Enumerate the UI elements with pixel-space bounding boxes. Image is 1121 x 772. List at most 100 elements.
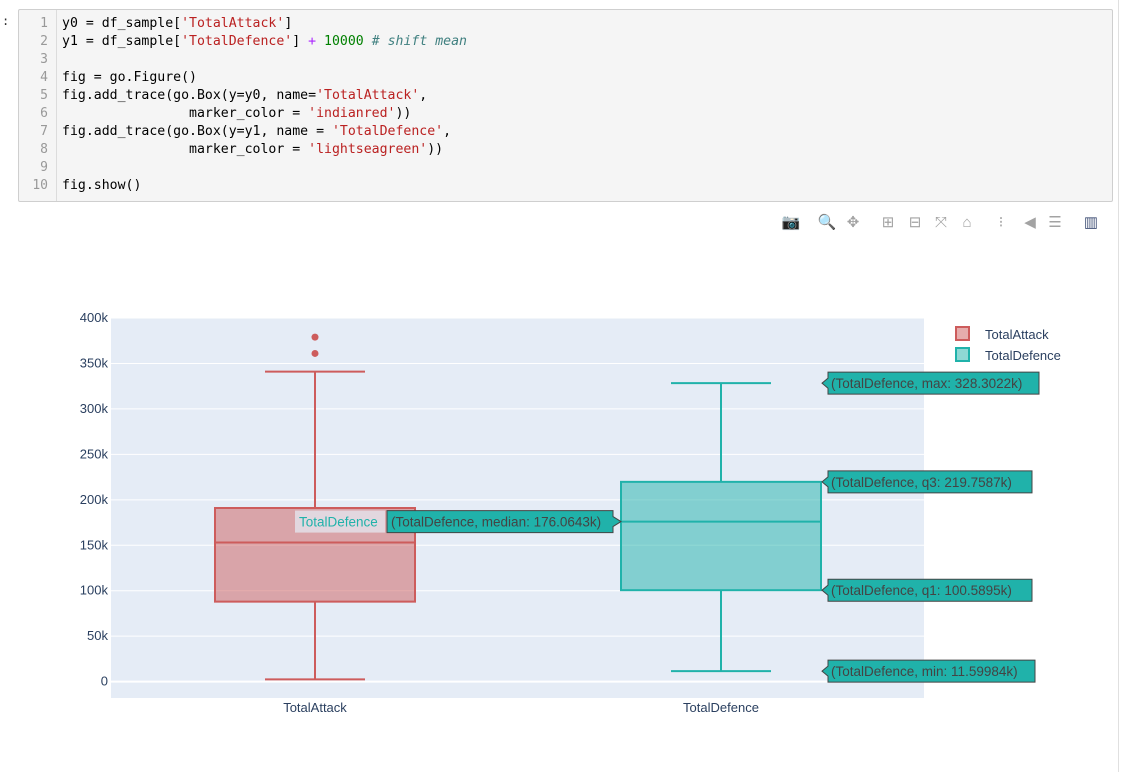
- autoscale-icon: ⤧: [934, 213, 947, 231]
- tooltip-q1: (TotalDefence, q1: 100.5895k): [821, 578, 1033, 602]
- code-line: marker_color = 'lightseagreen')): [62, 141, 467, 159]
- legend-swatch: [955, 347, 970, 362]
- tooltip-text: (TotalDefence, max: 328.3022k): [831, 376, 1022, 391]
- plot-area[interactable]: [111, 318, 924, 698]
- tooltip-box: [821, 578, 1033, 602]
- pan-icon: ✥: [846, 214, 860, 231]
- code-cell[interactable]: 1 2 3 4 5 6 7 8 9 10 y0 = df_sample['TotalAttack'…: [18, 9, 1113, 202]
- code-line: fig.add_trace(go.Box(y=y1, name = 'Total…: [62, 123, 467, 141]
- code-token: fig.add_trace(go.Box(y=y0, name=: [62, 88, 317, 103]
- spike-lines-icon: ⁝: [998, 214, 1004, 231]
- code-editor[interactable]: y0 = df_sample['TotalAttack'] y1 = df_sam…: [62, 15, 467, 195]
- iqr-box: [214, 507, 416, 603]
- legend: TotalAttack TotalDefence: [955, 326, 1061, 363]
- y-tick-label: 200k: [80, 492, 109, 507]
- box-traces: [214, 333, 822, 681]
- legend-item-totaldefence[interactable]: TotalDefence: [955, 347, 1061, 363]
- tooltip-text: (TotalDefence, median: 176.0643k): [391, 515, 601, 530]
- tooltip-min: (TotalDefence, min: 11.59984k): [821, 659, 1036, 683]
- code-token: marker_color =: [62, 106, 309, 121]
- y-tick-label: 0: [101, 674, 108, 689]
- legend-label: TotalAttack: [985, 327, 1049, 342]
- legend-item-totalattack[interactable]: TotalAttack: [955, 326, 1049, 342]
- code-token: y0 = df_sample[: [62, 16, 182, 31]
- code-token: ,: [419, 88, 428, 103]
- camera-icon: 📷: [781, 214, 801, 231]
- code-token: 'TotalAttack': [316, 88, 420, 103]
- modebar-reset-axes[interactable]: ⌂: [956, 211, 978, 233]
- code-token: marker_color =: [62, 142, 309, 157]
- zoom-out-icon: ⊟: [908, 214, 922, 231]
- code-line: fig.show(): [62, 177, 467, 195]
- modebar-pan[interactable]: ✥: [842, 211, 864, 233]
- cell-prompt: :: [2, 14, 10, 28]
- outlier-point: [311, 349, 319, 357]
- iqr-box: [620, 480, 822, 592]
- legend-swatch: [955, 326, 970, 341]
- line-number: 7: [40, 124, 48, 139]
- y-tick-label: 150k: [80, 537, 109, 552]
- modebar-download-png[interactable]: 📷: [780, 211, 802, 233]
- y-tick-label: 350k: [80, 355, 109, 370]
- tooltip-text: (TotalDefence, q3: 219.7587k): [831, 475, 1012, 490]
- modebar-zoom-in[interactable]: ⊞: [877, 211, 899, 233]
- legend-label: TotalDefence: [985, 348, 1061, 363]
- tooltip-median: (TotalDefence, median: 176.0643k) TotalDe…: [295, 510, 622, 534]
- code-token: 'TotalDefence': [331, 124, 444, 139]
- code-line: y0 = df_sample['TotalAttack']: [62, 15, 467, 33]
- hover-tooltips: (TotalDefence, max: 328.3022k) (TotalDefe…: [295, 371, 1040, 683]
- tooltip-box: [821, 470, 1033, 494]
- tooltip-q3: (TotalDefence, q3: 219.7587k): [821, 470, 1033, 494]
- y-tick-label: 250k: [80, 446, 109, 461]
- line-number: 4: [40, 70, 48, 85]
- y-axis-ticks: 0 50k 100k 150k 200k 250k 300k 350k 400k: [80, 310, 109, 689]
- tooltip-box: [821, 371, 1040, 395]
- line-number: 1: [40, 16, 48, 31]
- tooltip-trace-name: TotalDefence: [299, 515, 378, 530]
- y-tick-label: 300k: [80, 401, 109, 416]
- tooltip-box: [821, 659, 1036, 683]
- outlier-point: [311, 333, 319, 341]
- modebar-hover-compare[interactable]: ☰: [1044, 211, 1066, 233]
- gridlines: [111, 317, 924, 683]
- line-number-gutter: 1 2 3 4 5 6 7 8 9 10: [19, 10, 57, 201]
- code-token: 'TotalDefence': [181, 34, 293, 49]
- tooltip-text: (TotalDefence, q1: 100.5895k): [831, 583, 1012, 598]
- box-trace-totalattack[interactable]: [214, 333, 416, 681]
- code-line: fig = go.Figure(): [62, 69, 467, 87]
- hover-compare-icon: ☰: [1048, 214, 1062, 231]
- x-axis-ticks: TotalAttack TotalDefence: [283, 700, 759, 715]
- code-token: )): [427, 142, 444, 157]
- modebar-autoscale[interactable]: ⤧: [930, 211, 952, 233]
- code-token: fig.show(): [62, 178, 142, 193]
- code-token: ]: [284, 16, 293, 31]
- code-token: ,: [443, 124, 452, 139]
- tooltip-max: (TotalDefence, max: 328.3022k): [821, 371, 1040, 395]
- y-tick-label: 100k: [80, 583, 109, 598]
- home-icon: ⌂: [962, 213, 972, 231]
- line-number: 2: [40, 34, 48, 49]
- y-tick-label: 50k: [87, 628, 108, 643]
- line-number: 6: [40, 106, 48, 121]
- modebar-plotly-logo[interactable]: ▥: [1080, 211, 1102, 233]
- code-token: fig = go.Figure(): [62, 70, 197, 85]
- x-tick-label: TotalAttack: [283, 700, 347, 715]
- modebar-toggle-spikelines[interactable]: ⁝: [990, 211, 1012, 233]
- box-trace-totaldefence[interactable]: [620, 382, 822, 673]
- modebar-zoom-out[interactable]: ⊟: [904, 211, 926, 233]
- line-number: 3: [40, 52, 48, 67]
- code-token: # shift mean: [371, 34, 467, 49]
- line-number: 5: [40, 88, 48, 103]
- modebar-zoom[interactable]: 🔍: [816, 211, 838, 233]
- tooltip-text: (TotalDefence, min: 11.59984k): [831, 664, 1018, 679]
- code-token: 10000: [324, 34, 364, 49]
- notebook-edge: [1118, 0, 1119, 772]
- tooltip-box: [386, 510, 622, 534]
- code-token: )): [395, 106, 412, 121]
- x-tick-label: TotalDefence: [683, 700, 759, 715]
- modebar-hover-closest[interactable]: ◀: [1019, 211, 1041, 233]
- code-line: marker_color = 'indianred')): [62, 105, 467, 123]
